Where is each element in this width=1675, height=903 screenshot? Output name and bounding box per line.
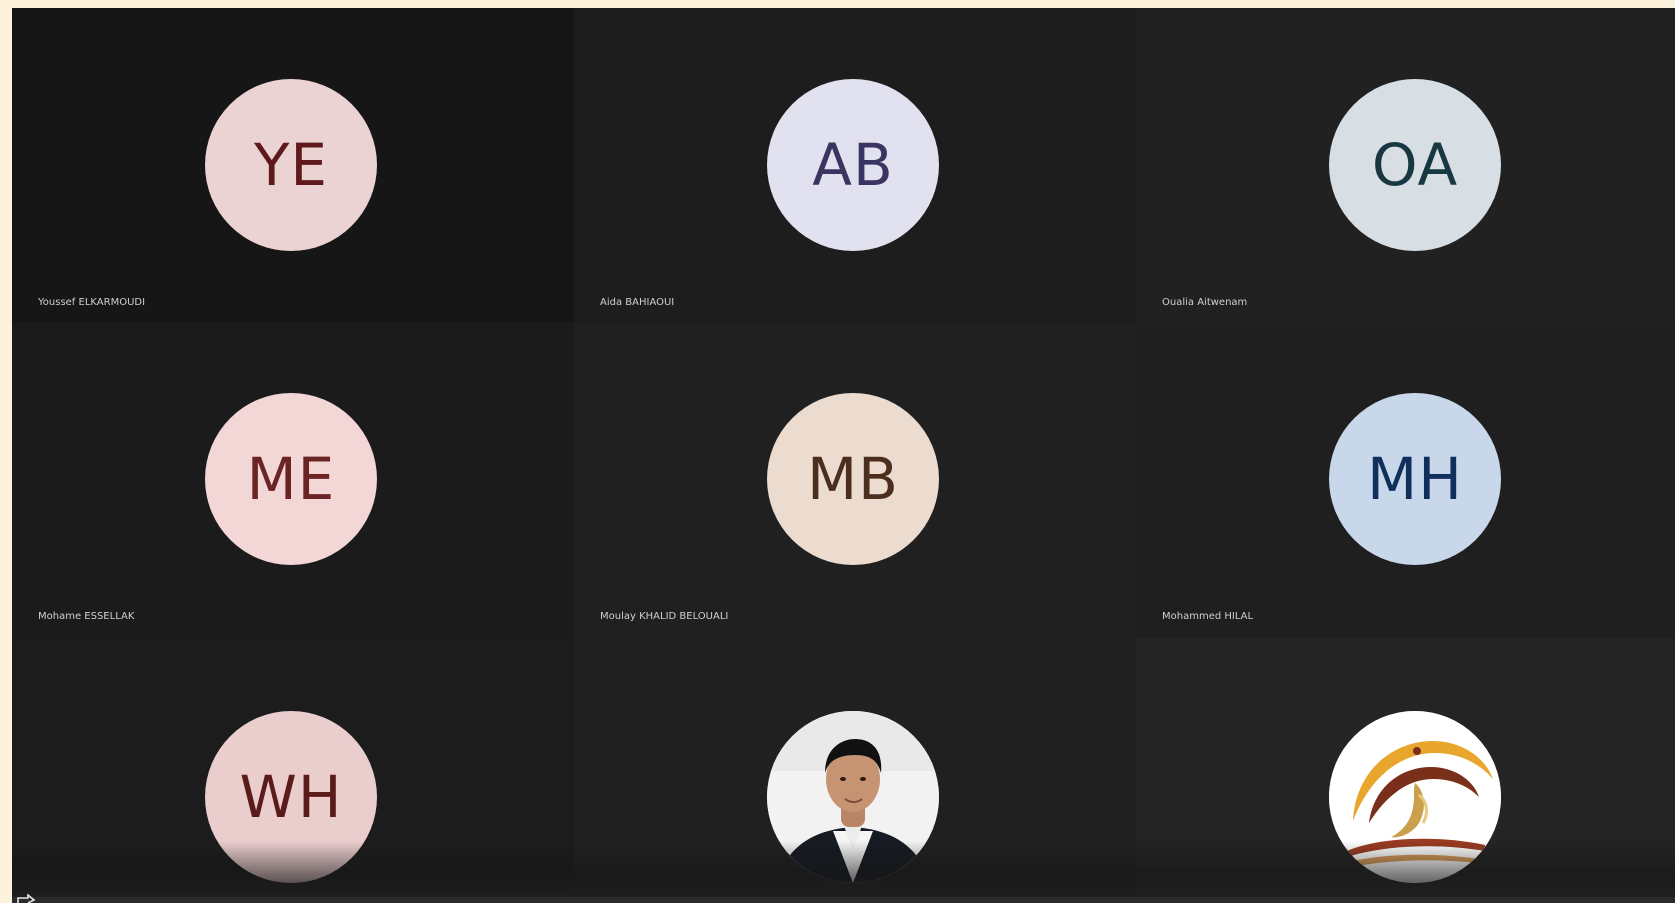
participant-name: Oualia Aitwenam (1162, 297, 1248, 308)
participant-avatar: YE (205, 79, 377, 251)
avatar-initials: MH (1367, 445, 1463, 513)
avatar-initials: MB (807, 445, 899, 513)
participant-tile[interactable]: ME Mohame ESSELLAK (12, 322, 574, 638)
avatar-initials: ME (246, 445, 336, 513)
avatar-initials: YE (253, 131, 329, 199)
participant-tile[interactable] (574, 638, 1136, 903)
avatar-initials: WH (239, 763, 343, 831)
participant-tile[interactable] (1136, 638, 1675, 903)
participant-name: Mohammed HILAL (1162, 611, 1254, 622)
participant-name: Mohame ESSELLAK (38, 611, 135, 622)
participant-name: Youssef ELKARMOUDI (38, 297, 146, 308)
participant-avatar: ME (205, 393, 377, 565)
participant-tile[interactable]: MB Moulay KHALID BELOUALI (574, 322, 1136, 638)
participant-avatar: OA (1329, 79, 1501, 251)
share-icon[interactable] (16, 894, 36, 903)
participant-tile[interactable]: WH (12, 638, 574, 903)
participant-avatar: MB (767, 393, 939, 565)
bottom-divider (12, 897, 1675, 903)
meeting-stage: YE Youssef ELKARMOUDI AB Aida BAHIAOUI O… (12, 8, 1675, 903)
participant-logo (1329, 711, 1501, 883)
participant-name: Moulay KHALID BELOUALI (600, 611, 729, 622)
participant-tile[interactable]: AB Aida BAHIAOUI (574, 8, 1136, 322)
participant-avatar: MH (1329, 393, 1501, 565)
participant-grid: YE Youssef ELKARMOUDI AB Aida BAHIAOUI O… (12, 8, 1675, 903)
avatar-initials: AB (812, 131, 894, 199)
person-photo-icon (767, 711, 939, 883)
participant-photo (767, 711, 939, 883)
organization-logo-icon (1329, 711, 1501, 883)
participant-name: Aida BAHIAOUI (600, 297, 675, 308)
participant-tile[interactable]: OA Oualia Aitwenam (1136, 8, 1675, 322)
participant-tile[interactable]: YE Youssef ELKARMOUDI (12, 8, 574, 322)
participant-avatar: AB (767, 79, 939, 251)
avatar-initials: OA (1371, 131, 1459, 199)
participant-avatar: WH (205, 711, 377, 883)
participant-tile[interactable]: MH Mohammed HILAL (1136, 322, 1675, 638)
